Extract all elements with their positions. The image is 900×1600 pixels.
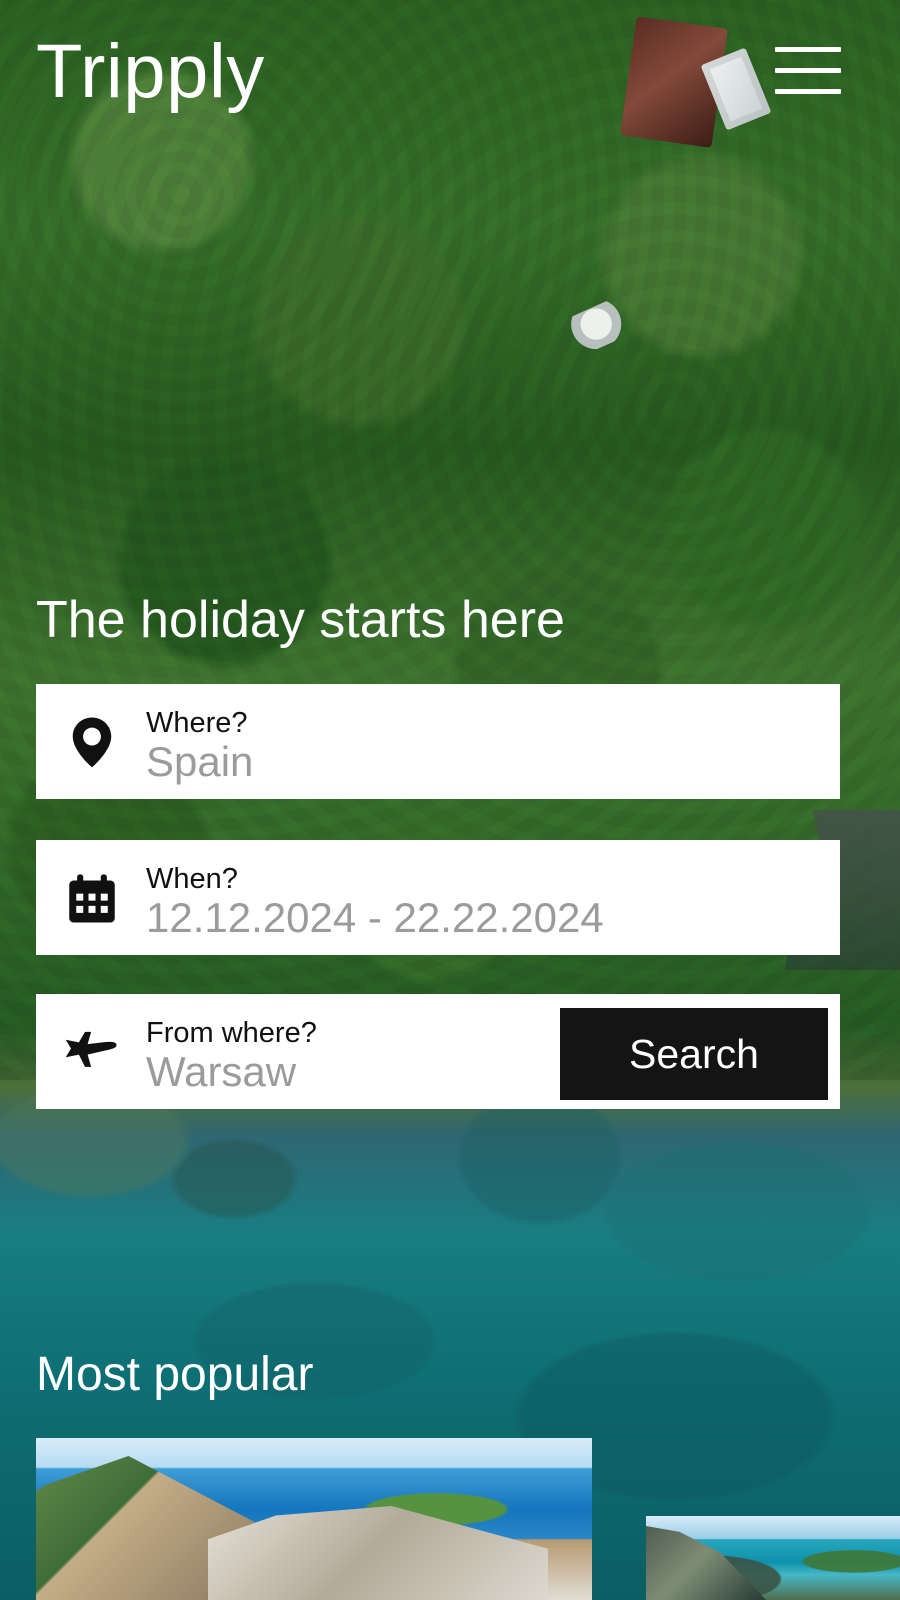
home-screen: Tripply The holiday starts here Where? S…	[0, 0, 900, 1600]
when-field[interactable]: When? 12.12.2024 - 22.22.2024	[36, 840, 840, 955]
menu-line-top	[775, 47, 841, 52]
search-button[interactable]: Search	[560, 1008, 828, 1100]
most-popular-title: Most popular	[36, 1348, 314, 1401]
hamburger-menu-icon[interactable]	[775, 47, 841, 101]
where-value: Spain	[146, 738, 254, 785]
popular-destination-card-2[interactable]	[646, 1516, 900, 1600]
menu-line-bottom	[775, 89, 841, 94]
from-where-label: From where?	[146, 1017, 317, 1049]
when-value: 12.12.2024 - 22.22.2024	[146, 894, 604, 941]
app-header: Tripply	[36, 26, 841, 122]
popular-destination-card-1[interactable]	[36, 1438, 592, 1600]
location-pin-icon	[72, 717, 112, 768]
hero-title: The holiday starts here	[36, 591, 565, 649]
from-where-field[interactable]: From where? Warsaw Search	[36, 994, 840, 1109]
menu-line-middle	[775, 68, 841, 73]
app-logo: Tripply	[36, 29, 265, 114]
from-where-value: Warsaw	[146, 1048, 297, 1095]
when-label: When?	[146, 863, 238, 895]
calendar-icon	[69, 874, 115, 923]
where-label: Where?	[146, 707, 248, 739]
where-field[interactable]: Where? Spain	[36, 684, 840, 799]
airplane-icon	[65, 1031, 117, 1067]
